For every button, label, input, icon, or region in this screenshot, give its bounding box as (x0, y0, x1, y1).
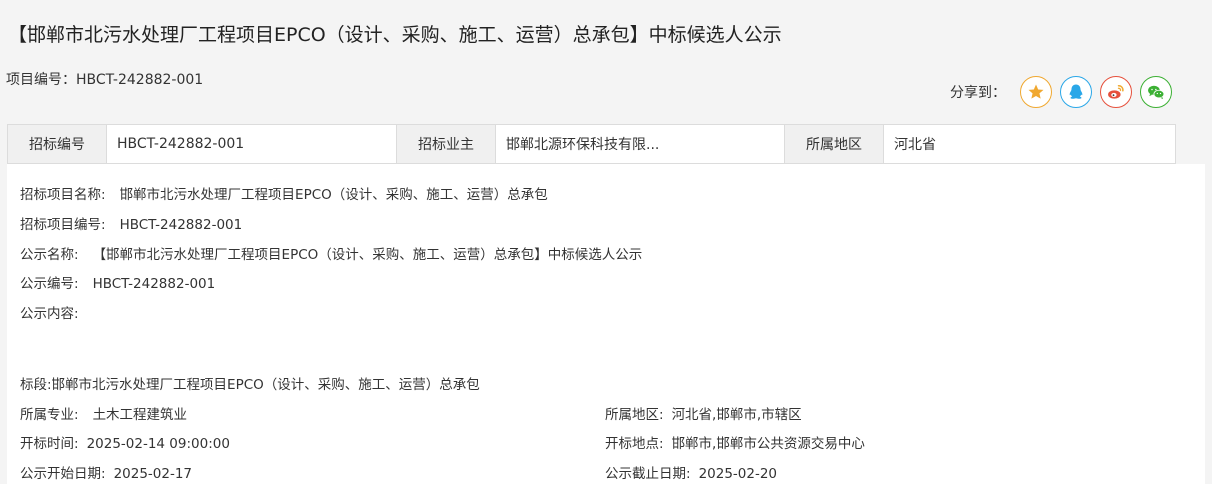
specialty-value: 土木工程建筑业 (92, 407, 188, 423)
bid-no-value: HBCT-242882-001 (107, 125, 397, 163)
share-qzone-button[interactable] (1020, 76, 1052, 108)
region-value: 河北省 (884, 125, 1175, 163)
end-date-row: 公示截止日期: 2025-02-20 (605, 462, 777, 482)
share-weibo-button[interactable] (1100, 76, 1132, 108)
start-date-label: 公示开始日期: (20, 466, 106, 482)
info-table: 招标编号 HBCT-242882-001 招标业主 邯郸北源环保科技有限... … (7, 124, 1176, 164)
share-qq-button[interactable] (1060, 76, 1092, 108)
weibo-icon (1108, 85, 1124, 99)
area-row: 所属地区: 河北省,邯郸市,市辖区 (605, 403, 802, 423)
open-time-value: 2025-02-14 09:00:00 (86, 436, 230, 452)
project-name-row: 招标项目名称: 邯郸市北污水处理厂工程项目EPCO（设计、采购、施工、运营）总承包 (20, 183, 548, 203)
project-code: 项目编号：HBCT-242882-001 (6, 72, 204, 88)
project-name-label: 招标项目名称: (20, 187, 106, 203)
project-code-label: 招标项目编号: (20, 217, 106, 233)
open-place-row: 开标地点: 邯郸市,邯郸市公共资源交易中心 (605, 432, 865, 452)
share-bar: 分享到： (950, 76, 1180, 108)
region-label: 所属地区 (785, 125, 884, 163)
specialty-row: 所属专业: 土木工程建筑业 (20, 403, 187, 423)
start-date-row: 公示开始日期: 2025-02-17 (20, 462, 192, 482)
page-title: 【邯郸市北污水处理厂工程项目EPCO（设计、采购、施工、运营）总承包】中标候选人… (8, 24, 782, 46)
notice-content: 招标项目名称: 邯郸市北污水处理厂工程项目EPCO（设计、采购、施工、运营）总承包… (7, 164, 1205, 484)
project-code-value: HBCT-242882-001 (119, 217, 243, 233)
star-icon (1028, 84, 1044, 99)
specialty-label: 所属专业: (20, 407, 79, 423)
project-code-row: 招标项目编号: HBCT-242882-001 (20, 213, 242, 233)
area-label: 所属地区: (605, 407, 664, 423)
open-time-label: 开标时间: (20, 436, 79, 452)
owner-label: 招标业主 (397, 125, 496, 163)
share-label: 分享到： (950, 85, 1006, 101)
project-name-value: 邯郸市北污水处理厂工程项目EPCO（设计、采购、施工、运营）总承包 (119, 187, 548, 203)
notice-content-label: 公示内容: (20, 306, 79, 322)
notice-code-label: 公示编号: (20, 276, 79, 292)
qq-penguin-icon (1069, 84, 1083, 99)
end-date-label: 公示截止日期: (605, 466, 691, 482)
open-time-row: 开标时间: 2025-02-14 09:00:00 (20, 432, 230, 452)
wechat-icon (1148, 85, 1165, 100)
share-wechat-button[interactable] (1140, 76, 1172, 108)
end-date-value: 2025-02-20 (698, 466, 778, 482)
open-place-label: 开标地点: (605, 436, 664, 452)
bid-no-label: 招标编号 (8, 125, 107, 163)
open-place-value: 邯郸市,邯郸市公共资源交易中心 (671, 436, 865, 452)
notice-name-value: 【邯郸市北污水处理厂工程项目EPCO（设计、采购、施工、运营）总承包】中标候选人… (92, 247, 643, 263)
notice-code-value: HBCT-242882-001 (92, 276, 216, 292)
notice-name-label: 公示名称: (20, 247, 79, 263)
notice-code-row: 公示编号: HBCT-242882-001 (20, 272, 215, 292)
owner-value: 邯郸北源环保科技有限... (496, 125, 785, 163)
section-line: 标段:邯郸市北污水处理厂工程项目EPCO（设计、采购、施工、运营）总承包 (20, 377, 480, 393)
notice-name-row: 公示名称: 【邯郸市北污水处理厂工程项目EPCO（设计、采购、施工、运营）总承包】… (20, 243, 642, 263)
area-value: 河北省,邯郸市,市辖区 (671, 407, 802, 423)
start-date-value: 2025-02-17 (113, 466, 193, 482)
